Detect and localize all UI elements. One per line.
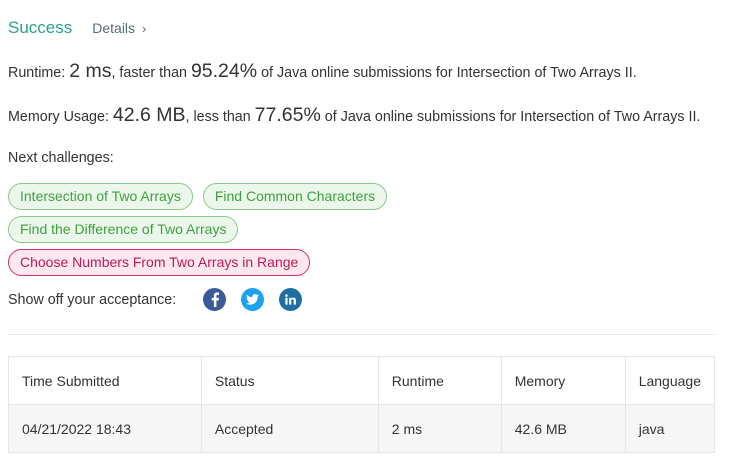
divider [8, 334, 715, 335]
status-title: Success [8, 18, 73, 37]
cell-status-link[interactable]: Accepted [200, 404, 379, 453]
column-header-language[interactable]: Language [624, 356, 716, 405]
challenge-chip[interactable]: Choose Numbers From Two Arrays in Range [8, 249, 311, 276]
submissions-table: Time Submitted Status Runtime Memory Lan… [8, 356, 716, 453]
challenge-chip[interactable]: Find Common Characters [202, 183, 388, 210]
runtime-mid: , faster than [111, 65, 187, 81]
cell-memory: 42.6 MB [500, 404, 626, 453]
cell-language: java [624, 404, 716, 453]
runtime-percent: 95.24% [190, 60, 258, 82]
twitter-icon[interactable] [241, 288, 265, 311]
linkedin-icon[interactable] [279, 288, 303, 311]
column-header-time[interactable]: Time Submitted [8, 356, 202, 405]
memory-stat: Memory Usage: 42.6 MB, less than 77.65% … [8, 104, 700, 127]
next-challenges-label: Next challenges: [8, 150, 114, 166]
memory-value: 42.6 MB [112, 104, 186, 126]
runtime-stat: Runtime: 2 ms, faster than 95.24% of Jav… [8, 60, 637, 83]
runtime-suffix: of Java online submissions for Intersect… [261, 65, 637, 81]
memory-mid: , less than [185, 109, 251, 125]
column-header-runtime[interactable]: Runtime [377, 356, 502, 405]
result-header: Success Details › [8, 18, 146, 38]
details-label: Details [92, 20, 136, 36]
share-label: Show off your acceptance: [8, 291, 177, 308]
memory-percent: 77.65% [254, 104, 321, 126]
cell-time-submitted: 04/21/2022 18:43 [8, 404, 202, 453]
challenge-chip[interactable]: Intersection of Two Arrays [8, 183, 193, 210]
memory-label: Memory Usage: [8, 109, 109, 125]
cell-runtime: 2 ms [377, 404, 502, 453]
challenge-chip[interactable]: Find the Difference of Two Arrays [8, 216, 239, 243]
next-challenges-list: Intersection of Two Arrays Find Common C… [8, 183, 428, 282]
table-header-row: Time Submitted Status Runtime Memory Lan… [8, 356, 716, 405]
table-row: 04/21/2022 18:43 Accepted 2 ms 42.6 MB j… [8, 404, 716, 453]
details-link[interactable]: Details › [92, 20, 146, 36]
share-section: Show off your acceptance: [8, 288, 317, 311]
column-header-status[interactable]: Status [200, 356, 379, 405]
memory-suffix: of Java online submissions for Intersect… [324, 109, 701, 125]
runtime-value: 2 ms [69, 60, 112, 82]
column-header-memory[interactable]: Memory [500, 356, 626, 405]
chevron-right-icon: › [142, 20, 147, 36]
facebook-icon[interactable] [203, 288, 227, 311]
runtime-label: Runtime: [8, 65, 66, 81]
